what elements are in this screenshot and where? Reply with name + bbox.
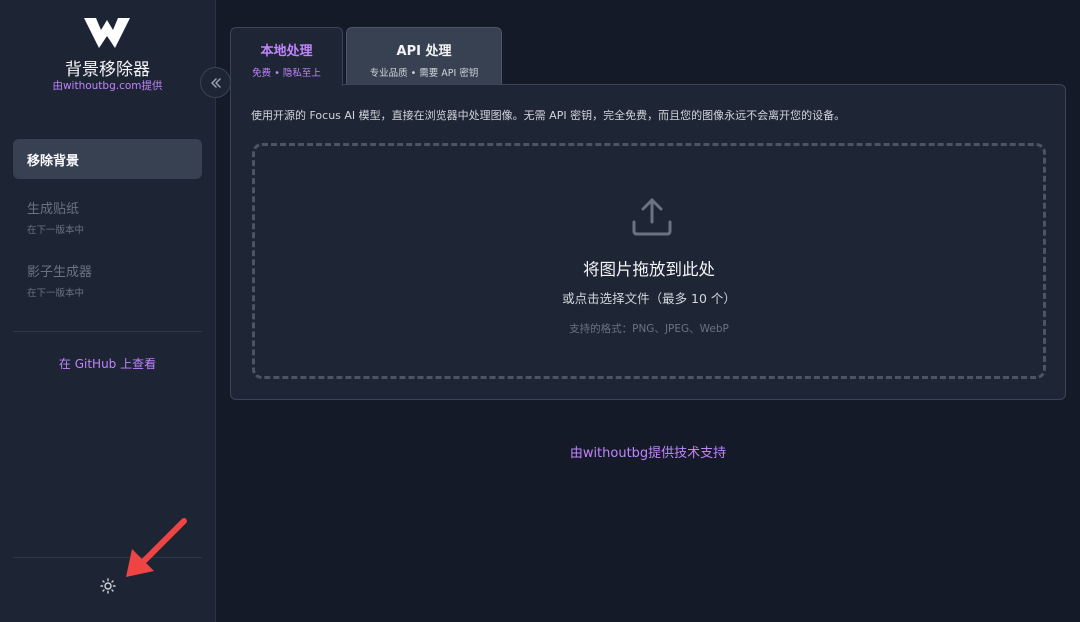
- sidebar-item-label: 影子生成器: [27, 265, 93, 280]
- dropzone-title: 将图片拖放到此处: [583, 260, 715, 279]
- double-chevron-left-icon: [210, 77, 221, 88]
- tab-label: 本地处理: [260, 44, 313, 59]
- tab-sub: 专业品质 • 需要 API 密钥: [369, 68, 479, 79]
- powered-by-link[interactable]: 由withoutbg提供技术支持: [230, 442, 1066, 461]
- sidebar-item-label: 移除背景: [27, 153, 80, 169]
- subtitle-prefix: 由: [52, 80, 63, 92]
- local-processing-panel: 使用开源的 Focus AI 模型，直接在浏览器中处理图像。无需 API 密钥，…: [230, 84, 1066, 400]
- supported-formats: 支持的格式：PNG、JPEG、WebP: [569, 323, 729, 335]
- subtitle-suffix: 提供: [141, 80, 163, 92]
- tab-local-processing[interactable]: 本地处理 免费 • 隐私至上: [230, 27, 343, 86]
- sidebar-item-label: 生成贴纸: [27, 202, 80, 217]
- dropzone-subtitle: 或点击选择文件（最多 10 个）: [562, 291, 736, 306]
- withoutbg-logo: [84, 18, 130, 48]
- tab-sub: 免费 • 隐私至上: [252, 68, 321, 79]
- github-link[interactable]: 在 GitHub 上查看: [0, 355, 215, 372]
- panel-description: 使用开源的 Focus AI 模型，直接在浏览器中处理图像。无需 API 密钥，…: [251, 109, 846, 122]
- file-dropzone[interactable]: 将图片拖放到此处 或点击选择文件（最多 10 个） 支持的格式：PNG、JPEG…: [252, 143, 1046, 379]
- collapse-sidebar-button[interactable]: [200, 67, 231, 98]
- tab-label: API 处理: [396, 44, 452, 59]
- sidebar-divider: [13, 557, 202, 558]
- sidebar-divider: [13, 331, 202, 332]
- app-subtitle: 由withoutbg.com提供: [0, 78, 215, 93]
- sidebar-item-shadow-generator: 影子生成器 在下一版本中: [13, 261, 202, 299]
- sidebar-item-remove-background[interactable]: 移除背景: [13, 139, 202, 179]
- sun-icon[interactable]: [100, 578, 116, 594]
- sidebar-item-sticker-generator: 生成贴纸 在下一版本中: [13, 198, 202, 236]
- sidebar-item-sub: 在下一版本中: [27, 288, 85, 299]
- app-title: 背景移除器: [65, 60, 150, 80]
- tab-api-processing[interactable]: API 处理 专业品质 • 需要 API 密钥: [346, 27, 502, 85]
- sidebar-item-sub: 在下一版本中: [27, 225, 85, 236]
- sidebar: 背景移除器 由withoutbg.com提供 移除背景 生成贴纸 在下一版本中 …: [0, 0, 216, 622]
- withoutbg-link[interactable]: withoutbg.com: [63, 80, 142, 92]
- upload-icon: [632, 198, 672, 236]
